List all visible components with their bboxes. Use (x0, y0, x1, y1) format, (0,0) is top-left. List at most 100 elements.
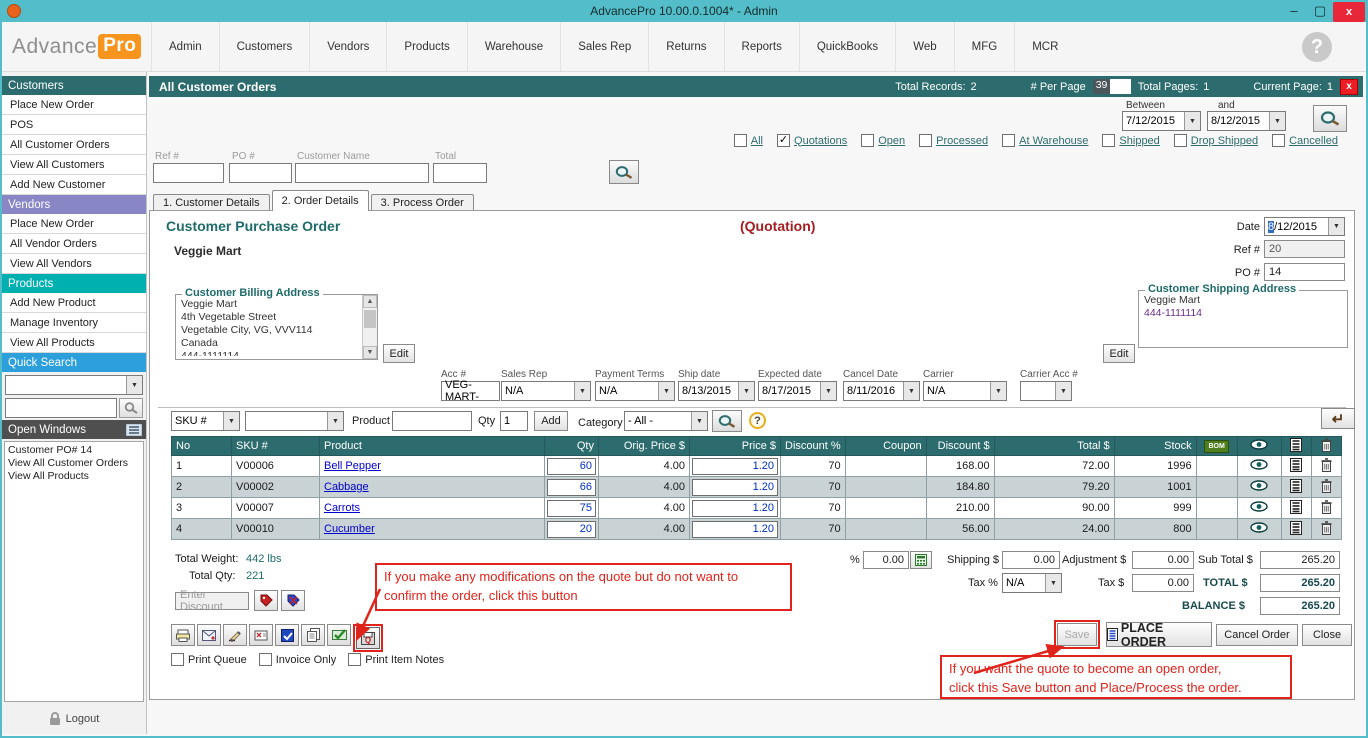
printer-icon[interactable] (171, 624, 195, 646)
checkbox[interactable] (1102, 134, 1115, 147)
category-select[interactable]: - All -▼ (624, 411, 708, 431)
order-date-picker[interactable]: 8/12/2015 ▼ (1264, 217, 1345, 236)
tab-process-order[interactable]: 3. Process Order (371, 194, 474, 211)
filter-quotations[interactable]: ✓Quotations (777, 134, 847, 147)
scroll-down-icon[interactable]: ▼ (363, 346, 377, 359)
sales-rep-select[interactable]: N/A▼ (501, 381, 591, 401)
product-link[interactable]: Bell Pepper (324, 460, 381, 472)
sidebar-item-view-all-customers[interactable]: View All Customers (2, 155, 146, 175)
print-item-notes-checkbox[interactable]: Print Item Notes (348, 653, 444, 666)
filter-all[interactable]: All (734, 134, 763, 147)
minimize-button[interactable]: – (1281, 1, 1307, 21)
print-queue-checkbox[interactable]: Print Queue (171, 653, 247, 666)
quick-search-dropdown[interactable]: ▼ (5, 375, 143, 395)
po-search-input[interactable] (229, 163, 292, 183)
expected-date-picker[interactable]: 8/17/2015▼ (758, 381, 837, 401)
billing-scrollbar[interactable]: ▲ ▼ (362, 295, 377, 359)
checkbox-icon[interactable] (275, 624, 299, 646)
menu-returns[interactable]: Returns (648, 22, 723, 71)
price-cell-input[interactable]: 1.20 (692, 479, 778, 496)
sidebar-item-view-all-vendors[interactable]: View All Vendors (2, 254, 146, 274)
view-item-button[interactable] (1237, 477, 1281, 498)
add-button[interactable]: Add (534, 411, 568, 431)
ref-search-input[interactable] (153, 163, 224, 183)
shipping-edit-button[interactable]: Edit (1103, 344, 1135, 363)
checkbox[interactable] (171, 653, 184, 666)
sidebar-item-manage-inventory[interactable]: Manage Inventory (2, 313, 146, 333)
delete-item-button[interactable] (1311, 456, 1341, 477)
sidebar-item-pos[interactable]: POS (2, 115, 146, 135)
product-search-button[interactable] (712, 410, 742, 432)
payment-terms-select[interactable]: N/A▼ (595, 381, 675, 401)
filter-open[interactable]: Open (861, 134, 905, 147)
shipping-input[interactable]: 0.00 (1002, 551, 1060, 569)
total-search-input[interactable] (433, 163, 487, 183)
quick-search-button[interactable] (119, 398, 143, 418)
tab-customer-details[interactable]: 1. Customer Details (153, 194, 270, 211)
checkbox[interactable] (861, 134, 874, 147)
date-from-picker[interactable]: 7/12/2015 ▼ (1122, 111, 1201, 131)
menu-quickbooks[interactable]: QuickBooks (799, 22, 895, 71)
date-to-picker[interactable]: 8/12/2015 ▼ (1207, 111, 1286, 131)
checkbox[interactable] (1174, 134, 1187, 147)
cancel-date-picker[interactable]: 8/11/2016▼ (843, 381, 920, 401)
item-notes-button[interactable] (1281, 477, 1311, 498)
copy-icon[interactable] (301, 624, 325, 646)
close-button[interactable]: Close (1302, 624, 1352, 646)
percent-input[interactable]: 0.00 (863, 551, 909, 569)
checkbox[interactable] (348, 653, 361, 666)
sku-mode-select[interactable]: SKU #▼ (171, 411, 240, 431)
menu-mcr[interactable]: MCR (1014, 22, 1075, 71)
apply-discount-button[interactable] (254, 590, 278, 611)
menu-warehouse[interactable]: Warehouse (467, 22, 560, 71)
product-link[interactable]: Cabbage (324, 481, 369, 493)
item-notes-button[interactable] (1281, 519, 1311, 540)
price-cell-input[interactable]: 1.20 (692, 500, 778, 517)
scroll-up-icon[interactable]: ▲ (363, 295, 377, 308)
stamp-icon[interactable] (249, 624, 273, 646)
place-order-button[interactable]: PLACE ORDER (1106, 622, 1212, 647)
cancel-order-button[interactable]: Cancel Order (1216, 624, 1298, 646)
customer-name-search-input[interactable] (295, 163, 429, 183)
item-notes-button[interactable] (1281, 456, 1311, 477)
acc-field[interactable]: VEG-MART- (441, 381, 500, 401)
qty-cell-input[interactable]: 20 (547, 521, 596, 538)
sidebar-item-add-new-customer[interactable]: Add New Customer (2, 175, 146, 195)
sidebar-item-all-customer-orders[interactable]: All Customer Orders (2, 135, 146, 155)
filter-search-button[interactable] (1313, 105, 1347, 132)
save-quote-icon[interactable]: Q (356, 627, 380, 649)
open-window-item[interactable]: Customer PO# 14 (8, 444, 143, 457)
checkbox[interactable] (919, 134, 932, 147)
billing-edit-button[interactable]: Edit (383, 344, 415, 363)
menu-reports[interactable]: Reports (724, 22, 799, 71)
order-po-field[interactable]: 14 (1264, 263, 1345, 281)
delete-item-button[interactable] (1311, 477, 1341, 498)
product-link[interactable]: Cucumber (324, 523, 375, 535)
tab-order-details[interactable]: 2. Order Details (272, 190, 369, 211)
menu-customers[interactable]: Customers (219, 22, 310, 71)
sidebar-item-place-new-order[interactable]: Place New Order (2, 95, 146, 115)
question-icon[interactable]: ? (749, 412, 766, 429)
enter-discount-input[interactable]: Enter Discount (175, 592, 249, 610)
checkbox[interactable] (734, 134, 747, 147)
help-icon[interactable]: ? (1302, 32, 1332, 62)
close-window-button[interactable]: x (1333, 2, 1365, 22)
sidebar-item-vendor-place-new-order[interactable]: Place New Order (2, 214, 146, 234)
qty-cell-input[interactable]: 75 (547, 500, 596, 517)
sku-value-select[interactable]: ▼ (245, 411, 344, 431)
maximize-button[interactable]: ▢ (1307, 1, 1333, 21)
price-cell-input[interactable]: 1.20 (692, 521, 778, 538)
invoice-only-checkbox[interactable]: Invoice Only (259, 653, 337, 666)
remove-discount-button[interactable] (281, 590, 305, 611)
email-icon[interactable] (197, 624, 221, 646)
tax-pct-select[interactable]: N/A▼ (1002, 573, 1062, 593)
filter-cancelled[interactable]: Cancelled (1272, 134, 1338, 147)
qty-cell-input[interactable]: 66 (547, 479, 596, 496)
view-item-button[interactable] (1237, 456, 1281, 477)
open-windows-icon[interactable] (126, 424, 142, 436)
price-cell-input[interactable]: 1.20 (692, 458, 778, 475)
return-icon[interactable]: ↵ (1321, 408, 1355, 429)
menu-products[interactable]: Products (386, 22, 466, 71)
product-input[interactable] (392, 411, 472, 431)
carrier-select[interactable]: N/A▼ (923, 381, 1007, 401)
